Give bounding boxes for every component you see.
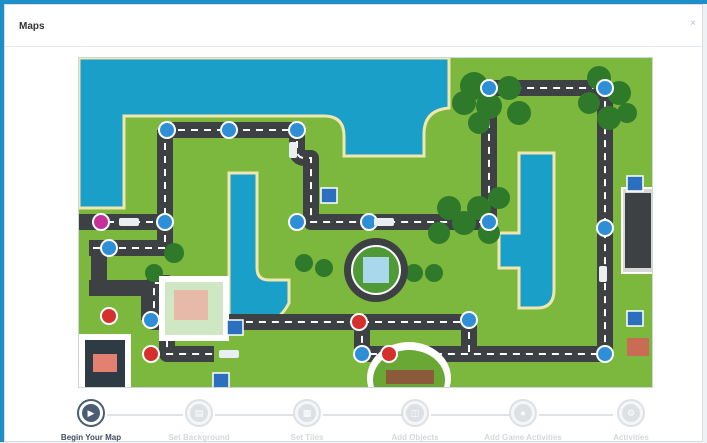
step-add-game-activities[interactable]: ● Add Game Activities bbox=[468, 399, 578, 442]
dialog-header: Maps × bbox=[5, 5, 702, 47]
grid-icon: ▦ bbox=[298, 404, 316, 422]
step-set-tiles[interactable]: ▦ Set Tiles bbox=[252, 399, 362, 442]
wizard-steps: ▶ Begin Your Map ▤ Set Background ▦ Set … bbox=[5, 393, 704, 443]
location-pin-icon: ● bbox=[514, 404, 532, 422]
step-circle: ● bbox=[509, 399, 537, 427]
step-circle: ▤ bbox=[185, 399, 213, 427]
step-label: Activities bbox=[613, 433, 649, 442]
step-circle: ⚙ bbox=[617, 399, 645, 427]
building-icon: ◫ bbox=[406, 404, 424, 422]
step-add-objects[interactable]: ◫ Add Objects bbox=[360, 399, 470, 442]
tag-icon: ▶ bbox=[82, 404, 100, 422]
step-set-background[interactable]: ▤ Set Background bbox=[144, 399, 254, 442]
step-circle: ◫ bbox=[401, 399, 429, 427]
step-label: Set Background bbox=[168, 433, 230, 442]
gear-icon: ⚙ bbox=[622, 404, 640, 422]
step-label: Add Game Activities bbox=[484, 433, 562, 442]
step-label: Set Tiles bbox=[290, 433, 324, 442]
map-icon: ▤ bbox=[190, 404, 208, 422]
step-label: Add Objects bbox=[391, 433, 439, 442]
map-canvas bbox=[79, 58, 652, 387]
map-preview[interactable] bbox=[78, 57, 653, 388]
step-activities[interactable]: ⚙ Activities bbox=[576, 399, 686, 442]
close-icon[interactable]: × bbox=[690, 18, 696, 29]
maps-dialog: Maps × ▶ Begin Your Map ▤ Set Background… bbox=[4, 4, 703, 442]
dialog-title: Maps bbox=[19, 21, 45, 32]
step-label: Begin Your Map bbox=[60, 433, 122, 442]
step-circle: ▦ bbox=[293, 399, 321, 427]
step-begin-your-map[interactable]: ▶ Begin Your Map bbox=[36, 399, 146, 442]
step-circle: ▶ bbox=[77, 399, 105, 427]
